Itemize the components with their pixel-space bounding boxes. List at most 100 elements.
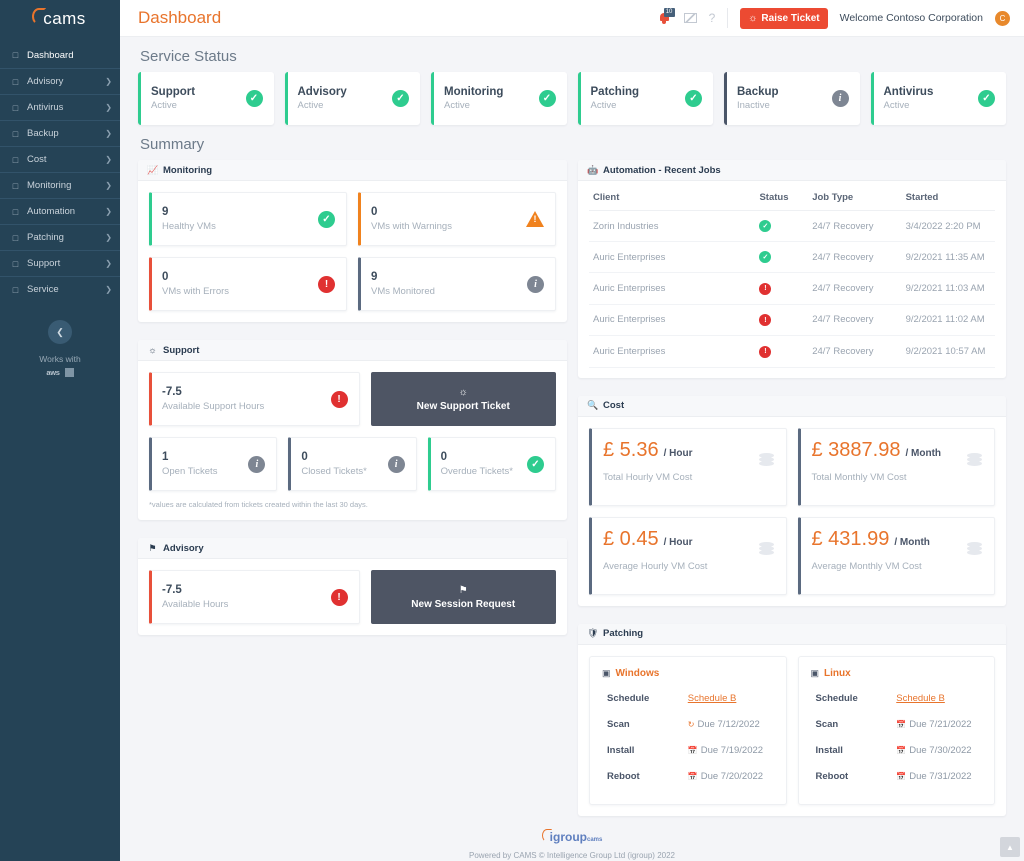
sidebar-collapse-button[interactable]: ❮ (48, 320, 72, 344)
chevron-right-icon: ❯ (105, 129, 112, 138)
metric-tile: 9VMs Monitoredi (358, 257, 556, 311)
service-status-card-support[interactable]: SupportActive✓ (138, 72, 274, 125)
chevron-right-icon: ❯ (105, 207, 112, 216)
error-icon: ! (759, 346, 771, 358)
sidebar-item-advisory[interactable]: □Advisory❯ (0, 68, 120, 94)
igroup-logo: igroupcams (542, 830, 603, 844)
cell-client: Auric Enterprises (589, 336, 755, 368)
info-icon: i (832, 90, 849, 107)
cell-job-type: 24/7 Recovery (808, 211, 901, 242)
column-header: Client (589, 185, 755, 211)
table-row[interactable]: Auric Enterprises✓24/7 Recovery9/2/2021 … (589, 242, 995, 273)
cost-amount: £ 431.99 (812, 528, 890, 551)
metric-label: VMs Monitored (371, 286, 527, 297)
raise-ticket-button[interactable]: ☼ Raise Ticket (740, 8, 827, 29)
info-icon: i (388, 456, 405, 473)
automation-panel: 🤖 Automation - Recent Jobs ClientStatusJ… (578, 160, 1006, 378)
metric-label: VMs with Errors (162, 286, 318, 297)
table-row[interactable]: Zorin Industries✓24/7 Recovery3/4/2022 2… (589, 211, 995, 242)
cell-job-type: 24/7 Recovery (808, 242, 901, 273)
sidebar-item-cost[interactable]: □Cost❯ (0, 146, 120, 172)
scroll-to-top-button[interactable]: ▲ (1000, 837, 1020, 857)
cost-tile: £ 3887.98/ MonthTotal Monthly VM Cost (798, 428, 996, 506)
patch-row: ScheduleSchedule B (811, 686, 983, 712)
cost-period: / Month (894, 537, 930, 548)
check-icon: ✓ (246, 90, 263, 107)
table-row[interactable]: Auric Enterprises!24/7 Recovery9/2/2021 … (589, 273, 995, 305)
table-row[interactable]: Auric Enterprises!24/7 Recovery9/2/2021 … (589, 304, 995, 336)
help-icon[interactable]: ? (709, 11, 716, 25)
sidebar-item-automation[interactable]: □Automation❯ (0, 198, 120, 224)
patch-value: ↻Due 7/12/2022 (688, 719, 760, 730)
check-icon: ✓ (527, 456, 544, 473)
headset-icon: ☼ (748, 13, 757, 24)
metric-value: 1 (162, 451, 248, 463)
info-icon: i (527, 276, 544, 293)
error-icon: ! (318, 276, 335, 293)
service-status-card-patching[interactable]: PatchingActive✓ (578, 72, 714, 125)
support-panel-header: ☼ Support (138, 340, 567, 361)
cost-tile: £ 431.99 / Month Average Monthly VM Cost (798, 517, 996, 595)
patch-row: Install📅Due 7/30/2022 (811, 738, 983, 764)
patch-value[interactable]: Schedule B (688, 693, 737, 704)
sidebar-item-label: Backup (27, 128, 99, 139)
patch-value-text: Due 7/20/2022 (701, 771, 763, 782)
igroup-logo-sub: cams (587, 837, 602, 843)
service-status-card-backup[interactable]: BackupInactivei (724, 72, 860, 125)
service-status-card-advisory[interactable]: AdvisoryActive✓ (285, 72, 421, 125)
patch-key: Scan (602, 719, 688, 730)
patch-key: Scan (811, 719, 897, 730)
brand-logo[interactable]: cams (0, 0, 120, 38)
aws-logo-icon: aws (46, 368, 59, 377)
service-status-card-antivirus[interactable]: AntivirusActive✓ (871, 72, 1007, 125)
sidebar-item-dashboard[interactable]: □Dashboard (0, 42, 120, 68)
patch-value-text: Due 7/31/2022 (909, 771, 971, 782)
topbar: Dashboard 10 ? ☼ Raise Ticket Welcome Co… (120, 0, 1024, 37)
patch-value[interactable]: Schedule B (896, 693, 945, 704)
advisory-hours-tile: -7.5 Available Hours ! (149, 570, 360, 624)
service-status-card-monitoring[interactable]: MonitoringActive✓ (431, 72, 567, 125)
cell-status: ! (755, 304, 808, 336)
sidebar-item-monitoring[interactable]: □Monitoring❯ (0, 172, 120, 198)
patch-value-text: Due 7/21/2022 (909, 719, 971, 730)
avatar[interactable]: C (995, 11, 1010, 26)
sidebar-item-support[interactable]: □Support❯ (0, 250, 120, 276)
cost-panel: 🔍 Cost £ 5.36/ HourTotal Hourly VM Cost£… (578, 396, 1006, 606)
advisory-panel-header: ⚑ Advisory (138, 538, 567, 559)
platform-name: Linux (824, 668, 851, 679)
check-icon: ✓ (759, 251, 771, 263)
patch-row: Reboot📅Due 7/20/2022 (602, 764, 774, 790)
sidebar-item-backup[interactable]: □Backup❯ (0, 120, 120, 146)
sidebar-item-service[interactable]: □Service❯ (0, 276, 120, 302)
new-support-ticket-label: New Support Ticket (417, 401, 510, 412)
notifications-bell-icon[interactable]: 10 (658, 10, 672, 26)
cost-label: Average Monthly VM Cost (812, 561, 984, 572)
monitoring-panel-body: 9Healthy VMs✓0VMs with Warnings 0 VMs wit… (138, 181, 567, 322)
content: Service Status SupportActive✓AdvisoryAct… (120, 37, 1024, 861)
cost-panel-header: 🔍 Cost (578, 396, 1006, 417)
check-icon: ✓ (759, 220, 771, 232)
check-icon: ✓ (978, 90, 995, 107)
metric-value: 0 (371, 206, 526, 218)
support-top-row: -7.5 Available Support Hours ! ☼ New Sup… (149, 372, 556, 426)
messages-envelope-icon[interactable] (684, 13, 697, 23)
support-tickets-row: 1Open Ticketsi0Closed Tickets*i0Overdue … (149, 437, 556, 491)
patch-value: 📅Due 7/19/2022 (688, 745, 763, 756)
advisory-icon: ⚑ (147, 543, 158, 554)
cell-started: 9/2/2021 11:35 AM (902, 242, 995, 273)
new-support-ticket-button[interactable]: ☼ New Support Ticket (371, 372, 557, 426)
topbar-actions: 10 ? ☼ Raise Ticket Welcome Contoso Corp… (658, 8, 1010, 29)
patch-value: 📅Due 7/21/2022 (896, 719, 971, 730)
sidebar-item-antivirus[interactable]: □Antivirus❯ (0, 94, 120, 120)
new-session-request-button[interactable]: ⚑ New Session Request (371, 570, 557, 624)
magnifier-coin-icon: □ (10, 155, 21, 165)
service-name: Advisory (298, 86, 393, 98)
automation-panel-body: ClientStatusJob TypeStarted Zorin Indust… (578, 181, 1006, 378)
calendar-icon: 📅 (688, 772, 698, 781)
sidebar-item-patching[interactable]: □Patching❯ (0, 224, 120, 250)
table-row[interactable]: Auric Enterprises!24/7 Recovery9/2/2021 … (589, 336, 995, 368)
windows-icon: ▣ (602, 668, 611, 679)
patch-value-text: Schedule B (896, 693, 945, 704)
monitoring-tile-row-1: 9Healthy VMs✓0VMs with Warnings (149, 192, 556, 246)
advisory-row: -7.5 Available Hours ! ⚑ New Session Req… (149, 570, 556, 624)
